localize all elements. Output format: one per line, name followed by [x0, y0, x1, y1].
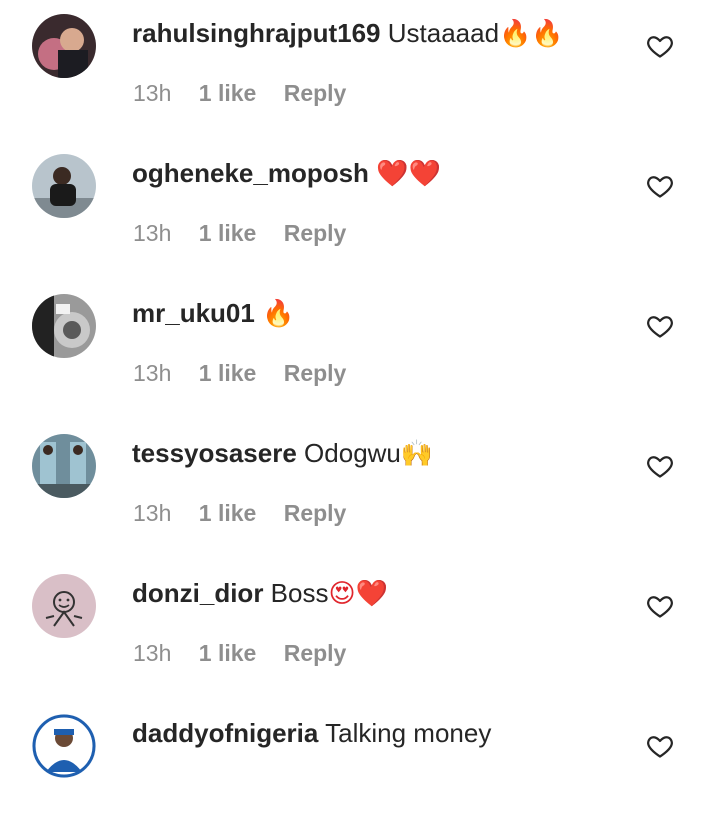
comment-item: mr_uku01 🔥 13h 1 like Reply — [0, 280, 720, 420]
comment-meta: 13h 1 like Reply — [133, 498, 367, 528]
avatar[interactable] — [32, 434, 96, 498]
comment-text-line: rahulsinghrajput169 Ustaaaad🔥🔥 — [132, 16, 564, 51]
likes-count[interactable]: 1 like — [199, 80, 257, 106]
comment-meta: 13h 1 like Reply — [133, 358, 367, 388]
comment-emoji: 🙌 — [400, 439, 434, 469]
comment-emoji: 😍❤️ — [328, 579, 388, 609]
comment-item: donzi_dior Boss😍❤️ 13h 1 like Reply — [0, 560, 720, 700]
likes-count[interactable]: 1 like — [199, 360, 257, 386]
comment-text-line: daddyofnigeria Talking money — [132, 716, 491, 750]
avatar[interactable] — [32, 714, 96, 778]
comment-meta: 13h 1 like Reply — [133, 78, 367, 108]
comment-meta: 13h 1 like Reply — [133, 638, 367, 668]
avatar[interactable] — [32, 154, 96, 218]
username-link[interactable]: donzi_dior — [132, 578, 263, 608]
timestamp: 13h — [133, 80, 172, 106]
heart-icon[interactable] — [646, 452, 674, 480]
reply-button[interactable]: Reply — [284, 360, 347, 386]
comment-text: Odogwu — [304, 438, 401, 468]
timestamp: 13h — [133, 640, 172, 666]
username-link[interactable]: mr_uku01 — [132, 298, 255, 328]
heart-icon[interactable] — [646, 732, 674, 760]
comment-emoji: ❤️❤️ — [376, 159, 441, 189]
timestamp: 13h — [133, 360, 172, 386]
comment-item: daddyofnigeria Talking money — [0, 700, 720, 840]
username-link[interactable]: ogheneke_moposh — [132, 158, 369, 188]
avatar[interactable] — [32, 574, 96, 638]
timestamp: 13h — [133, 220, 172, 246]
timestamp: 13h — [133, 500, 172, 526]
comment-item: ogheneke_moposh ❤️❤️ 13h 1 like Reply — [0, 140, 720, 280]
comment-text: Boss — [270, 578, 329, 608]
comment-text-line: donzi_dior Boss😍❤️ — [132, 576, 388, 611]
comment-emoji: 🔥 — [262, 299, 295, 329]
username-link[interactable]: rahulsinghrajput169 — [132, 18, 381, 48]
likes-count[interactable]: 1 like — [199, 500, 257, 526]
avatar[interactable] — [32, 294, 96, 358]
heart-icon[interactable] — [646, 312, 674, 340]
reply-button[interactable]: Reply — [284, 220, 347, 246]
comment-text: Ustaaaad — [387, 18, 500, 48]
reply-button[interactable]: Reply — [284, 640, 347, 666]
heart-icon[interactable] — [646, 32, 674, 60]
comment-text-line: mr_uku01 🔥 — [132, 296, 294, 331]
likes-count[interactable]: 1 like — [199, 640, 257, 666]
likes-count[interactable]: 1 like — [199, 220, 257, 246]
comment-item: tessyosasere Odogwu🙌 13h 1 like Reply — [0, 420, 720, 560]
comment-text-line: tessyosasere Odogwu🙌 — [132, 436, 433, 471]
heart-icon[interactable] — [646, 592, 674, 620]
comment-text-line: ogheneke_moposh ❤️❤️ — [132, 156, 441, 191]
comment-meta: 13h 1 like Reply — [133, 218, 367, 248]
reply-button[interactable]: Reply — [284, 500, 347, 526]
comment-emoji: 🔥🔥 — [499, 19, 564, 49]
reply-button[interactable]: Reply — [284, 80, 347, 106]
username-link[interactable]: tessyosasere — [132, 438, 297, 468]
heart-icon[interactable] — [646, 172, 674, 200]
avatar[interactable] — [32, 14, 96, 78]
comment-item: rahulsinghrajput169 Ustaaaad🔥🔥 13h 1 lik… — [0, 0, 720, 140]
username-link[interactable]: daddyofnigeria — [132, 718, 318, 748]
comment-text: Talking money — [325, 718, 492, 748]
